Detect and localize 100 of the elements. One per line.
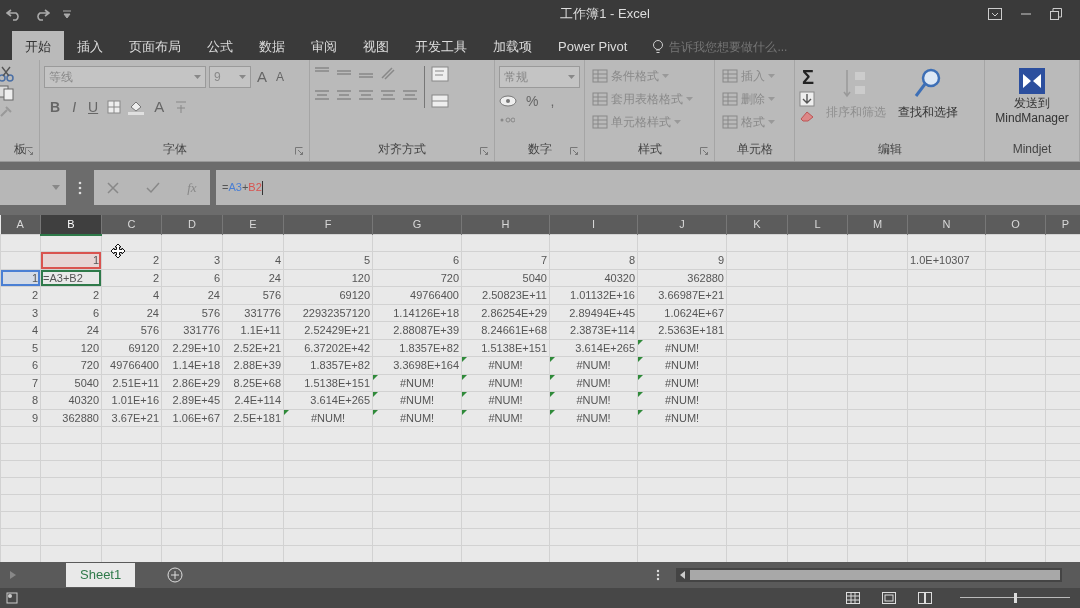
column-header[interactable]: J bbox=[637, 215, 727, 235]
error-indicator-icon[interactable] bbox=[638, 374, 643, 380]
sheet-tab[interactable]: Sheet1 bbox=[66, 563, 136, 587]
send-to-mindmanager-button[interactable]: 发送到 MindManager bbox=[989, 66, 1075, 126]
customize-toolbar-icon[interactable] bbox=[62, 9, 72, 19]
ribbon-tab[interactable]: 数据 bbox=[246, 30, 298, 60]
redo-icon[interactable] bbox=[34, 7, 50, 21]
ribbon-tab[interactable]: 页面布局 bbox=[116, 30, 194, 60]
ribbon-tab[interactable]: 公式 bbox=[194, 30, 246, 60]
fill-down-icon[interactable] bbox=[799, 91, 815, 107]
macro-record-icon[interactable] bbox=[6, 592, 18, 604]
normal-view-icon[interactable] bbox=[846, 592, 860, 604]
dropdown-arrow-icon[interactable] bbox=[239, 75, 246, 79]
ribbon-tab[interactable]: 视图 bbox=[350, 30, 402, 60]
error-indicator-icon[interactable] bbox=[550, 357, 555, 362]
table-style-icon[interactable] bbox=[592, 69, 608, 83]
ribbon-tab[interactable]: Power Pivot bbox=[545, 30, 641, 60]
error-indicator-icon[interactable] bbox=[373, 409, 378, 415]
column-header[interactable]: O bbox=[985, 215, 1046, 235]
dropdown-arrow-icon[interactable] bbox=[662, 74, 669, 78]
dialog-launcher-icon[interactable] bbox=[25, 147, 33, 155]
error-indicator-icon[interactable] bbox=[638, 392, 643, 397]
error-indicator-icon[interactable] bbox=[550, 392, 555, 397]
scroll-left-icon[interactable] bbox=[10, 571, 16, 579]
text-orientation-icon[interactable] bbox=[380, 66, 396, 80]
more-options-icon[interactable] bbox=[656, 569, 660, 581]
column-header[interactable]: P bbox=[1045, 215, 1080, 235]
table-style-icon[interactable] bbox=[592, 92, 608, 106]
error-indicator-icon[interactable] bbox=[638, 357, 643, 362]
dropdown-arrow-icon[interactable] bbox=[194, 75, 201, 79]
column-header[interactable]: I bbox=[549, 215, 638, 235]
cell-icon[interactable] bbox=[722, 92, 738, 106]
error-indicator-icon[interactable] bbox=[462, 392, 467, 397]
horizontal-scrollbar[interactable] bbox=[676, 568, 1062, 582]
merge-cells-icon[interactable] bbox=[431, 94, 449, 108]
bold-button[interactable]: B bbox=[47, 97, 64, 117]
borders-icon[interactable] bbox=[107, 100, 122, 114]
error-indicator-icon[interactable] bbox=[462, 374, 467, 380]
comma-style-button[interactable]: , bbox=[547, 91, 558, 111]
copy-icon[interactable] bbox=[0, 85, 14, 101]
column-header[interactable]: F bbox=[283, 215, 373, 235]
column-header[interactable]: G bbox=[372, 215, 462, 235]
column-header[interactable]: H bbox=[461, 215, 550, 235]
enter-icon[interactable] bbox=[146, 181, 161, 194]
error-indicator-icon[interactable] bbox=[550, 374, 555, 380]
column-header[interactable]: L bbox=[787, 215, 848, 235]
dropdown-arrow-icon[interactable] bbox=[768, 74, 775, 78]
slider-thumb[interactable] bbox=[1013, 593, 1017, 603]
ribbon-display-icon[interactable] bbox=[988, 8, 1002, 20]
wrap-text-icon[interactable] bbox=[431, 66, 449, 82]
column-header[interactable]: E bbox=[222, 215, 284, 235]
ribbon-tab[interactable]: 插入 bbox=[64, 30, 116, 60]
align-right-icon[interactable] bbox=[358, 89, 374, 101]
page-layout-icon[interactable] bbox=[882, 592, 896, 604]
error-indicator-icon[interactable] bbox=[550, 409, 555, 415]
grow-font-button[interactable]: A bbox=[254, 67, 270, 87]
dialog-launcher-icon[interactable] bbox=[570, 147, 578, 155]
shrink-font-button[interactable]: A bbox=[273, 67, 288, 87]
dialog-launcher-icon[interactable] bbox=[480, 147, 488, 155]
column-header[interactable]: K bbox=[726, 215, 788, 235]
ribbon-tab[interactable]: 开发工具 bbox=[402, 30, 480, 60]
align-center-icon[interactable] bbox=[336, 89, 352, 101]
more-options-icon[interactable] bbox=[78, 180, 82, 195]
dropdown-arrow-icon[interactable] bbox=[568, 75, 575, 79]
dialog-launcher-icon[interactable] bbox=[700, 147, 708, 155]
restore-icon[interactable] bbox=[1050, 8, 1062, 20]
column-header[interactable]: M bbox=[847, 215, 908, 235]
ribbon-tab[interactable]: 开始 bbox=[12, 30, 64, 60]
cell-icon[interactable] bbox=[722, 69, 738, 83]
percent-style-button[interactable]: % bbox=[523, 91, 542, 111]
error-indicator-icon[interactable] bbox=[462, 409, 467, 415]
lightbulb-icon[interactable] bbox=[652, 39, 665, 55]
column-header[interactable]: B bbox=[40, 215, 102, 235]
error-indicator-icon[interactable] bbox=[373, 392, 378, 397]
underline-button[interactable]: U bbox=[85, 97, 102, 117]
cell-icon[interactable] bbox=[722, 115, 738, 129]
formula-field[interactable]: =A3+B2 bbox=[216, 170, 1080, 205]
add-sheet-icon[interactable] bbox=[167, 567, 184, 583]
undo-icon[interactable] bbox=[6, 7, 22, 21]
column-header[interactable]: D bbox=[161, 215, 223, 235]
autosum-button[interactable]: Σ bbox=[799, 66, 817, 88]
page-break-preview-icon[interactable] bbox=[918, 592, 932, 604]
dropdown-arrow-icon[interactable] bbox=[768, 97, 775, 101]
dropdown-arrow-icon[interactable] bbox=[52, 185, 60, 190]
decrease-indent-icon[interactable] bbox=[380, 89, 396, 101]
scissors-icon[interactable] bbox=[0, 66, 14, 82]
column-header[interactable]: A bbox=[0, 215, 41, 235]
fill-color-icon[interactable] bbox=[127, 99, 146, 115]
find-select-button[interactable]: 查找和选择 bbox=[895, 66, 961, 122]
dialog-launcher-icon[interactable] bbox=[295, 147, 303, 155]
zoom-slider[interactable] bbox=[960, 593, 1070, 603]
column-header[interactable]: C bbox=[101, 215, 162, 235]
dropdown-arrow-icon[interactable] bbox=[674, 120, 681, 124]
error-indicator-icon[interactable] bbox=[284, 409, 289, 415]
error-indicator-icon[interactable] bbox=[462, 357, 467, 362]
table-style-icon[interactable] bbox=[592, 115, 608, 129]
error-indicator-icon[interactable] bbox=[373, 374, 378, 380]
cancel-icon[interactable] bbox=[107, 181, 120, 194]
italic-button[interactable]: I bbox=[69, 97, 79, 117]
ribbon-tab[interactable]: 加载项 bbox=[480, 30, 545, 60]
